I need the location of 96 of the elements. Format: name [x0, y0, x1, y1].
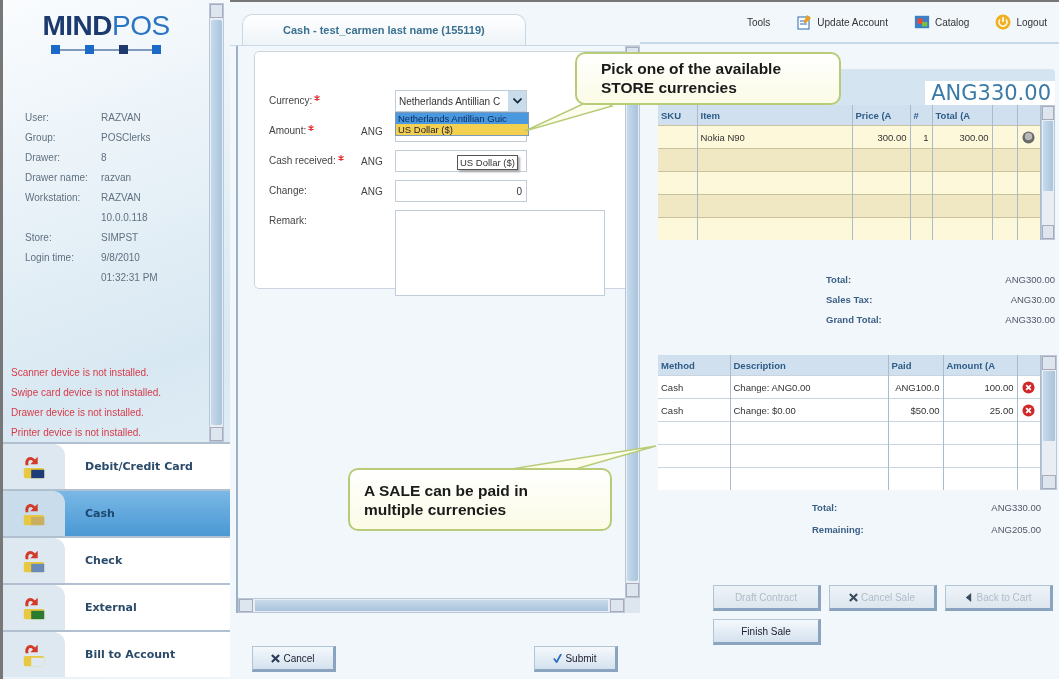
- notepad-icon: [796, 14, 813, 30]
- table-cell: $50.00: [910, 404, 940, 416]
- info-label: Store:: [25, 232, 53, 243]
- tooltip: US Dollar ($): [457, 155, 518, 170]
- payment-method-tab[interactable]: Check: [3, 536, 230, 583]
- currency-dropdown[interactable]: Netherlands Antillian C: [395, 90, 527, 112]
- table-cell: Cash: [661, 404, 684, 416]
- table-cell: 25.00: [989, 404, 1014, 416]
- summary-value: ANG300.00: [1004, 274, 1055, 285]
- column-header: Total (A: [932, 105, 992, 126]
- payment-method-tab[interactable]: Bill to Account: [3, 630, 230, 677]
- info-label: Login time:: [25, 252, 75, 265]
- column-header: Method: [658, 355, 730, 376]
- info-value: 10.0.0.118: [101, 212, 149, 223]
- menu-item[interactable]: Tools: [746, 16, 771, 28]
- currency-code: ANG: [361, 125, 383, 137]
- field-label: Remark:: [269, 215, 307, 226]
- info-value: 01:32:31 PM: [101, 272, 159, 283]
- remark-field[interactable]: [395, 210, 605, 296]
- delete-icon[interactable]: [1022, 380, 1035, 394]
- info-value: POSClerks: [101, 132, 152, 143]
- chevron-down-icon: [512, 98, 522, 104]
- panel-title-tab[interactable]: Cash - test_carmen last name (155119): [242, 14, 526, 45]
- info-label: Drawer name:: [25, 172, 89, 183]
- summary-label: Total:: [826, 274, 853, 285]
- info-value: 8: [101, 152, 108, 163]
- error-message: Scanner device is not installed.: [11, 367, 150, 378]
- close-icon: [271, 653, 281, 663]
- logo: MINDPOS: [42, 12, 170, 40]
- input-field[interactable]: 0: [395, 180, 527, 202]
- info-label: Group:: [25, 132, 57, 143]
- column-header: #: [910, 105, 932, 126]
- table-cell: 1: [923, 131, 929, 143]
- info-label: Workstation:: [25, 192, 82, 205]
- callout: Pick one of the available STORE currencies: [575, 52, 841, 106]
- scrollbar[interactable]: [209, 3, 224, 442]
- info-value: RAZVAN: [101, 112, 142, 123]
- summary-label: Grand Total:: [826, 314, 883, 325]
- currency-code: ANG: [361, 185, 383, 197]
- table-cell: 300.00: [877, 131, 907, 143]
- field-label: Currency:: [269, 95, 313, 106]
- error-message: Printer device is not installed.: [11, 427, 143, 438]
- table-cell: 300.00: [959, 131, 989, 143]
- submit-button[interactable]: Submit: [534, 646, 618, 672]
- column-header: Paid: [888, 355, 943, 376]
- summary-value: ANG30.00: [1009, 294, 1055, 305]
- field-label: Cash received:: [269, 155, 336, 166]
- table-cell: 100.00: [984, 381, 1014, 393]
- info-value: RAZVAN: [101, 192, 142, 203]
- menu-item[interactable]: Update Account: [796, 14, 888, 30]
- summary-label: Remaining:: [812, 524, 865, 535]
- info-value: razvan: [101, 172, 132, 183]
- column-header: Amount (A: [943, 355, 1017, 376]
- menu-item[interactable]: Catalog: [913, 14, 970, 30]
- dropdown-option[interactable]: Netherlands Antillian Guic: [396, 113, 528, 124]
- summary-value: ANG205.00: [990, 524, 1041, 535]
- menu-item[interactable]: Logout: [995, 14, 1047, 30]
- summary-value: ANG330.00: [990, 502, 1041, 513]
- table-cell: Nokia N90: [700, 131, 745, 143]
- column-header: Price (A: [852, 105, 910, 126]
- power-icon: [995, 14, 1012, 30]
- scrollbar[interactable]: [238, 598, 625, 613]
- column-header: Item: [697, 105, 852, 126]
- summary-label: Sales Tax:: [826, 294, 874, 305]
- payment-method-tab[interactable]: Cash: [3, 489, 230, 536]
- column-header: SKU: [658, 105, 697, 126]
- check-icon: [553, 653, 563, 663]
- table-cell: ANG100.0: [895, 381, 940, 393]
- cart-total: ANG330.00: [925, 81, 1055, 105]
- info-label: Drawer:: [25, 152, 61, 163]
- catalog-icon: [913, 14, 930, 30]
- scrollbar-corner: [625, 598, 640, 613]
- info-value: SIMPST: [101, 232, 140, 243]
- payment-method-tab[interactable]: External: [3, 583, 230, 630]
- summary-value: ANG330.00: [1004, 314, 1055, 325]
- column-header: Description: [730, 355, 888, 376]
- finish-sale-button[interactable]: Finish Sale: [713, 619, 821, 645]
- table-cell: Cash: [661, 381, 684, 393]
- table-cell: Change: $0.00: [733, 404, 796, 416]
- close-icon: [849, 592, 859, 602]
- info-value: 9/8/2010: [101, 252, 141, 263]
- remove-icon[interactable]: [1022, 130, 1035, 144]
- table-cell: Change: ANG0.00: [733, 381, 811, 393]
- field-label: Change:: [269, 185, 307, 196]
- error-message: Swipe card device is not installed.: [11, 387, 163, 398]
- error-message: Drawer device is not installed.: [11, 407, 145, 418]
- caret-left-icon: [964, 592, 974, 602]
- info-label: User:: [25, 112, 50, 123]
- currency-code: ANG: [361, 155, 383, 167]
- cancel-button[interactable]: Cancel: [252, 646, 336, 672]
- summary-label: Total:: [812, 502, 839, 513]
- payment-method-tab[interactable]: Debit/Credit Card: [3, 442, 230, 489]
- dropdown-option[interactable]: US Dollar ($): [396, 124, 528, 135]
- delete-icon[interactable]: [1022, 403, 1035, 417]
- field-label: Amount:: [269, 125, 307, 136]
- callout: A SALE can be paid in multiple currencies: [348, 468, 612, 532]
